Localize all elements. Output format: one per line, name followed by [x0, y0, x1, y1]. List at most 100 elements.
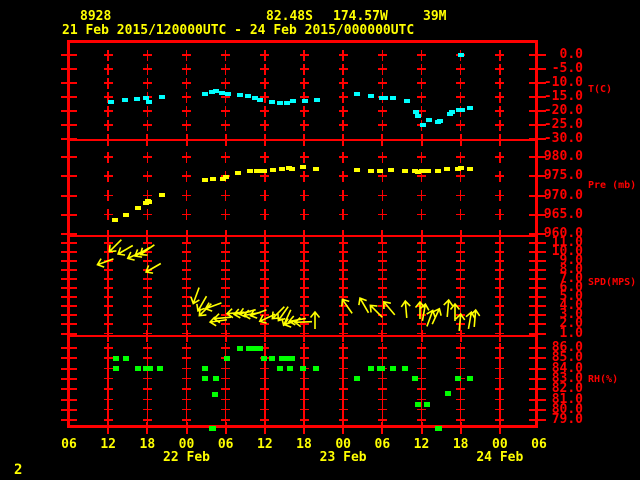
rh-point [113, 355, 119, 361]
x-day-label: 23 Feb [319, 450, 367, 465]
grid-plus-v [303, 151, 305, 163]
temp-point [108, 100, 115, 105]
y-tick-label: -15.0 [543, 89, 583, 104]
temp-point [146, 100, 153, 105]
rh-point [411, 376, 418, 382]
pressure-point [278, 166, 285, 171]
grid-plus-v [459, 119, 462, 131]
grid-column-tick [498, 422, 501, 434]
grid-column-tick [303, 230, 305, 242]
grid-plus-v [185, 190, 188, 202]
x-hour-label: 06 [374, 437, 391, 452]
pressure-point [402, 169, 409, 174]
rh-point [379, 366, 386, 372]
grid-column-tick [146, 422, 149, 434]
axis-tick-left [61, 269, 77, 272]
rh-point [414, 402, 421, 408]
x-hour-label: 06 [531, 437, 547, 452]
grid-plus-v [420, 77, 423, 89]
meteogram-plot-area: 0.0 -5.0 -10.0 -15.0 -20.0 -25.0 -30.0 T(C) 980.… [0, 0, 640, 480]
rh-point [260, 355, 267, 361]
axis-tick-left [61, 194, 77, 197]
axis-tick-left [61, 233, 77, 236]
x-hour-label: 18 [296, 437, 312, 452]
y-tick-label: 0.0 [559, 47, 583, 62]
grid-plus-v [185, 91, 188, 103]
axis-tick-left [61, 323, 77, 326]
grid-plus-v [381, 49, 384, 61]
x-hour-label: 18 [452, 437, 469, 452]
grid-column-tick [420, 230, 423, 242]
x-day-label: 24 Feb [476, 450, 524, 465]
axis-tick-left [61, 287, 77, 290]
pressure-point [123, 212, 130, 217]
y-tick-label: -20.0 [543, 103, 583, 118]
grid-column-tick [498, 330, 501, 342]
pressure-point [270, 167, 277, 172]
temp-point [158, 95, 165, 100]
axis-tick-left [61, 124, 77, 126]
grid-plus-v [459, 91, 462, 103]
pressure-point [443, 166, 450, 171]
grid-column-tick [459, 134, 462, 146]
panel-unit-label: Pre (mb) [588, 180, 637, 191]
pressure-point [235, 170, 242, 175]
grid-plus-v [185, 63, 188, 75]
grid-plus-v [342, 209, 344, 221]
temp-point [302, 99, 309, 104]
temp-point [466, 105, 473, 110]
grid-plus-v [264, 77, 266, 89]
grid-plus-v [459, 151, 462, 163]
grid-plus-v [499, 63, 501, 75]
pressure-point [222, 175, 229, 180]
axis-tick-left [61, 260, 77, 263]
grid-plus-v [224, 77, 227, 89]
y-tick-label: 975.0 [543, 168, 583, 184]
grid-plus-v [185, 119, 188, 131]
y-tick-label: -30.0 [543, 131, 583, 146]
grid-plus-v [303, 170, 305, 182]
grid-column-tick [224, 230, 227, 242]
axis-tick-left [61, 96, 77, 98]
pressure-point [425, 169, 432, 174]
x-hour-label: 12 [100, 437, 116, 452]
rh-point [390, 366, 397, 372]
grid-plus-v [499, 170, 501, 182]
x-hour-label: 12 [257, 437, 273, 452]
rh-point [123, 355, 130, 361]
x-hour-label: 18 [139, 437, 156, 452]
grid-plus-v [381, 63, 384, 75]
rh-point [288, 355, 295, 361]
grid-plus-v [381, 151, 384, 163]
temp-point [419, 123, 426, 127]
grid-plus-v [107, 49, 109, 61]
temp-point [122, 98, 129, 103]
grid-plus-v [107, 190, 109, 202]
rh-point [276, 366, 283, 372]
grid-plus-v [107, 209, 109, 221]
temp-point [201, 91, 208, 96]
temp-point [425, 117, 432, 122]
grid-plus-v [499, 91, 501, 103]
axis-tick-left [61, 68, 77, 70]
y-tick-label: 1.0 [559, 325, 583, 341]
grid-column-tick [185, 134, 188, 146]
grid-plus-v [146, 170, 149, 182]
grid-column-tick [263, 422, 266, 434]
grid-column-tick [303, 134, 305, 146]
grid-plus-v [342, 91, 344, 103]
temp-point [269, 100, 275, 105]
grid-plus-v [185, 209, 188, 221]
rh-point [134, 366, 141, 372]
panel-unit-label: RH(%) [588, 374, 619, 385]
grid-plus-v [459, 77, 462, 89]
grid-plus-v [303, 49, 305, 61]
pressure-point [246, 169, 253, 174]
rh-point [402, 366, 409, 372]
grid-plus-v [499, 119, 501, 131]
pressure-point [434, 169, 441, 174]
grid-plus-v [264, 190, 266, 202]
pressure-point [288, 166, 295, 171]
axis-tick-left [61, 296, 77, 299]
grid-column-tick [107, 422, 110, 434]
